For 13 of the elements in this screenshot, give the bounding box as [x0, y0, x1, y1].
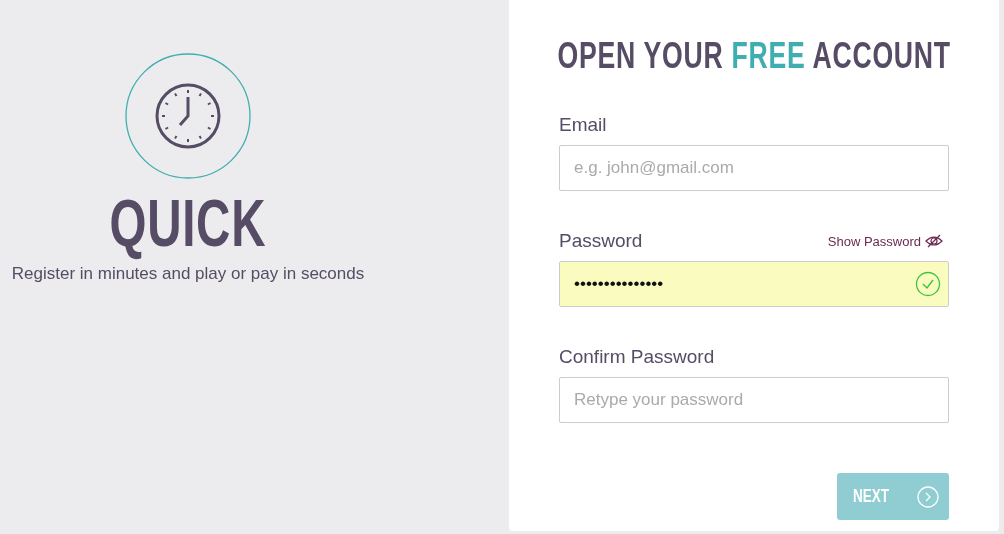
input-field[interactable]: e.g. john@gmail.com: [559, 145, 949, 191]
form-title: OPEN YOUR FREE ACCOUNT: [557, 36, 951, 76]
field-label: Password: [559, 230, 643, 252]
input-field[interactable]: •••••••••••••••: [559, 261, 949, 307]
input-field[interactable]: Retype your password: [559, 377, 949, 423]
chevron-circle-icon: [917, 485, 939, 508]
tagline: Register in minutes and play or pay in seconds: [11, 264, 365, 284]
show-password-link[interactable]: Show Password: [827, 233, 943, 249]
field-label: Email: [559, 114, 607, 136]
clock-icon: [124, 52, 252, 180]
field-label: Confirm Password: [559, 346, 715, 368]
eye-icon: [925, 234, 943, 248]
check-icon: [915, 271, 941, 297]
